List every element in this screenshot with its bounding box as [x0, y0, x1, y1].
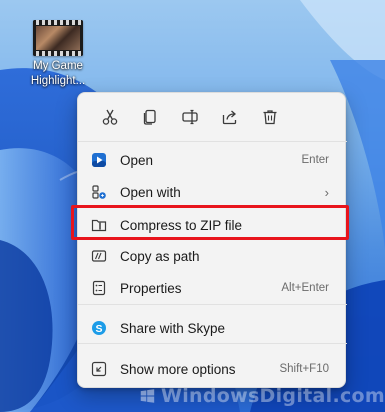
menu-item-shortcut: Alt+Enter	[281, 282, 329, 294]
menu-item-label: Open	[120, 152, 154, 168]
media-player-icon	[91, 152, 107, 168]
toolbar-separator	[78, 141, 347, 142]
more-options-icon	[91, 361, 107, 377]
menu-item-open[interactable]: Open Enter	[82, 145, 343, 175]
menu-item-shortcut: Enter	[301, 154, 330, 166]
menu-item-label: Share with Skype	[120, 320, 226, 336]
rename-button[interactable]	[170, 100, 210, 134]
video-thumbnail	[33, 20, 83, 56]
rename-icon	[182, 109, 198, 125]
menu-item-label: Copy as path	[120, 248, 200, 264]
menu-separator	[78, 343, 347, 344]
share-icon	[222, 110, 237, 125]
context-menu: Open Enter Open with › Compress to ZIP f…	[77, 92, 347, 388]
menu-item-share-skype[interactable]: S Share with Skype	[82, 313, 343, 343]
cut-icon	[102, 109, 118, 125]
copy-path-icon	[91, 248, 107, 264]
menu-item-label: Open with	[120, 184, 181, 200]
menu-separator	[78, 304, 347, 305]
cut-button[interactable]	[90, 100, 130, 134]
context-menu-toolbar	[78, 93, 347, 141]
delete-button[interactable]	[250, 100, 290, 134]
svg-text:S: S	[95, 323, 102, 335]
watermark-text: WindowsDigital.com	[160, 385, 385, 407]
menu-item-show-more-options[interactable]: Show more options Shift+F10	[82, 354, 343, 384]
menu-item-label: Show more options	[120, 361, 236, 377]
menu-item-shortcut: Shift+F10	[279, 363, 329, 375]
share-button[interactable]	[210, 100, 250, 134]
properties-icon	[91, 280, 107, 296]
delete-icon	[263, 110, 277, 125]
menu-item-copy-as-path[interactable]: Copy as path	[82, 241, 343, 271]
film-strip-top	[33, 20, 83, 25]
video-frame	[36, 26, 80, 50]
menu-item-label: Properties	[120, 280, 182, 296]
desktop-file-label: My Game Highlight...	[30, 60, 86, 87]
menu-item-open-with[interactable]: Open with ›	[82, 177, 343, 207]
open-with-icon	[91, 184, 107, 200]
copy-button[interactable]	[130, 100, 170, 134]
desktop-file-icon[interactable]: My Game Highlight...	[22, 20, 94, 89]
copy-icon	[143, 109, 156, 125]
skype-icon: S	[91, 320, 107, 336]
windows-logo-icon	[140, 389, 155, 403]
watermark: WindowsDigital.com	[140, 381, 385, 411]
film-strip-bottom	[33, 51, 83, 56]
highlight-box	[71, 205, 349, 240]
menu-item-properties[interactable]: Properties Alt+Enter	[82, 273, 343, 303]
chevron-right-icon: ›	[324, 184, 329, 200]
